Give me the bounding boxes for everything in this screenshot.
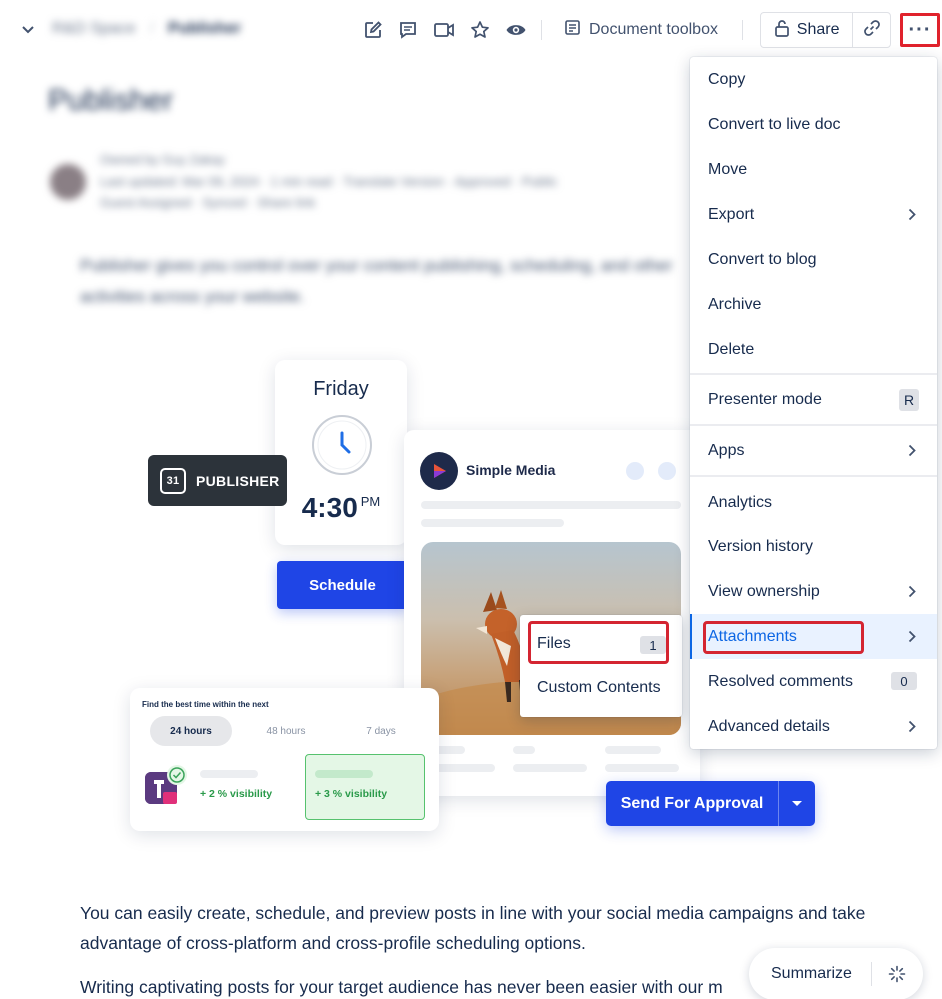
document-toolbox-icon bbox=[564, 19, 581, 41]
intro-paragraph: Publisher gives you control over your co… bbox=[80, 256, 673, 306]
publisher-badge-label: PUBLISHER bbox=[196, 472, 280, 489]
menu-item-convert-to-blog[interactable]: Convert to blog bbox=[690, 237, 937, 282]
breadcrumb-page[interactable]: Publisher bbox=[168, 20, 241, 38]
social-post-preview-card: Simple Media bbox=[404, 430, 700, 796]
shortcut-key: R bbox=[899, 389, 919, 411]
calendar-icon: 31 bbox=[160, 467, 186, 494]
byline-meta-2: Guest Assigned · Synced · Share link bbox=[100, 195, 316, 210]
menu-item-archive[interactable]: Archive bbox=[690, 282, 937, 327]
menu-item-analytics[interactable]: Analytics bbox=[690, 480, 937, 525]
share-group: Share bbox=[760, 12, 891, 48]
best-time-card: Find the best time within the next 24 ho… bbox=[130, 688, 439, 831]
avatar[interactable] bbox=[50, 164, 86, 200]
page-byline: Owned by Guy Zakay Last updated: Mar 09,… bbox=[48, 150, 708, 214]
chevron-right-icon bbox=[905, 441, 919, 459]
link-icon bbox=[863, 19, 881, 42]
menu-item-move[interactable]: Move bbox=[690, 147, 937, 192]
breadcrumb-space[interactable]: R&D Space bbox=[52, 20, 136, 38]
best-slot-highlight bbox=[305, 754, 425, 820]
submenu-item-custom-contents[interactable]: Custom Contents bbox=[520, 666, 682, 710]
clock-icon bbox=[312, 415, 372, 475]
menu-item-view-ownership[interactable]: View ownership bbox=[690, 569, 937, 614]
best-time-heading: Find the best time within the next bbox=[142, 700, 269, 709]
menu-item-presenter-mode[interactable]: Presenter mode R bbox=[690, 377, 937, 422]
approval-dropdown-chevron-icon[interactable] bbox=[778, 781, 815, 826]
summarize-label: Summarize bbox=[771, 965, 852, 982]
comment-icon[interactable] bbox=[397, 19, 419, 41]
files-highlight-box bbox=[528, 621, 669, 664]
share-button[interactable]: Share bbox=[761, 13, 854, 47]
page-title: Publisher bbox=[48, 84, 174, 117]
lock-icon bbox=[774, 19, 790, 42]
resolved-comments-count: 0 bbox=[891, 672, 917, 690]
send-for-approval-button[interactable]: Send For Approval bbox=[606, 781, 778, 826]
more-actions-button[interactable]: ··· bbox=[900, 13, 940, 47]
media-account-name: Simple Media bbox=[466, 462, 556, 478]
visibility-gain-b: + 3 % visibility bbox=[315, 788, 388, 800]
menu-item-delete[interactable]: Delete bbox=[690, 327, 937, 372]
body-paragraph-1: You can easily create, schedule, and pre… bbox=[80, 903, 866, 953]
menu-item-copy[interactable]: Copy bbox=[690, 57, 937, 102]
schedule-button[interactable]: Schedule bbox=[277, 561, 408, 609]
visibility-gain-a: + 2 % visibility bbox=[200, 788, 273, 800]
breadcrumb: R&D Space / Publisher bbox=[52, 20, 241, 38]
document-toolbox-label: Document toolbox bbox=[589, 21, 718, 38]
publisher-badge: 31 PUBLISHER bbox=[148, 455, 287, 506]
check-badge-icon bbox=[167, 765, 187, 785]
send-for-approval-split-button: Send For Approval bbox=[606, 781, 815, 826]
byline-owner: Owned by Guy Zakay bbox=[100, 152, 225, 167]
byline-meta: Last updated: Mar 09, 2024 · 1 min read … bbox=[100, 174, 558, 189]
menu-item-resolved-comments[interactable]: Resolved comments 0 bbox=[690, 659, 937, 704]
watch-eye-icon[interactable] bbox=[505, 19, 527, 41]
summarize-button[interactable]: Summarize bbox=[749, 948, 923, 999]
edit-icon[interactable] bbox=[362, 19, 384, 41]
collapse-chevron-icon[interactable] bbox=[18, 20, 38, 40]
attachments-highlight-box bbox=[703, 621, 864, 654]
range-48-hours[interactable]: 48 hours bbox=[245, 716, 327, 746]
document-toolbox-button[interactable]: Document toolbox bbox=[564, 18, 718, 42]
chevron-right-icon bbox=[905, 582, 919, 600]
chevron-right-icon bbox=[905, 205, 919, 223]
time-display: 4:30 PM bbox=[301, 492, 381, 523]
share-label: Share bbox=[796, 21, 840, 38]
chevron-right-icon bbox=[905, 717, 919, 735]
schedule-time-card: Friday 4:30 PM bbox=[275, 360, 407, 545]
menu-item-export[interactable]: Export bbox=[690, 192, 937, 237]
range-7-days[interactable]: 7 days bbox=[340, 716, 422, 746]
copy-link-button[interactable] bbox=[853, 13, 890, 47]
menu-item-convert-to-live-doc[interactable]: Convert to live doc bbox=[690, 102, 937, 147]
body-paragraph-2: Writing captivating posts for your targe… bbox=[80, 977, 723, 997]
simple-media-logo-icon bbox=[420, 452, 458, 490]
day-label: Friday bbox=[313, 378, 369, 400]
video-icon[interactable] bbox=[433, 19, 455, 41]
menu-item-advanced-details[interactable]: Advanced details bbox=[690, 704, 937, 749]
menu-item-version-history[interactable]: Version history bbox=[690, 524, 937, 569]
ai-sparkle-icon[interactable] bbox=[872, 965, 922, 983]
more-icon: ··· bbox=[908, 18, 932, 41]
chevron-right-icon bbox=[905, 627, 919, 645]
range-24-hours[interactable]: 24 hours bbox=[150, 716, 232, 746]
star-icon[interactable] bbox=[469, 19, 491, 41]
menu-item-apps[interactable]: Apps bbox=[690, 428, 937, 473]
top-bar: R&D Space / Publisher Document toolbox S… bbox=[0, 0, 942, 60]
